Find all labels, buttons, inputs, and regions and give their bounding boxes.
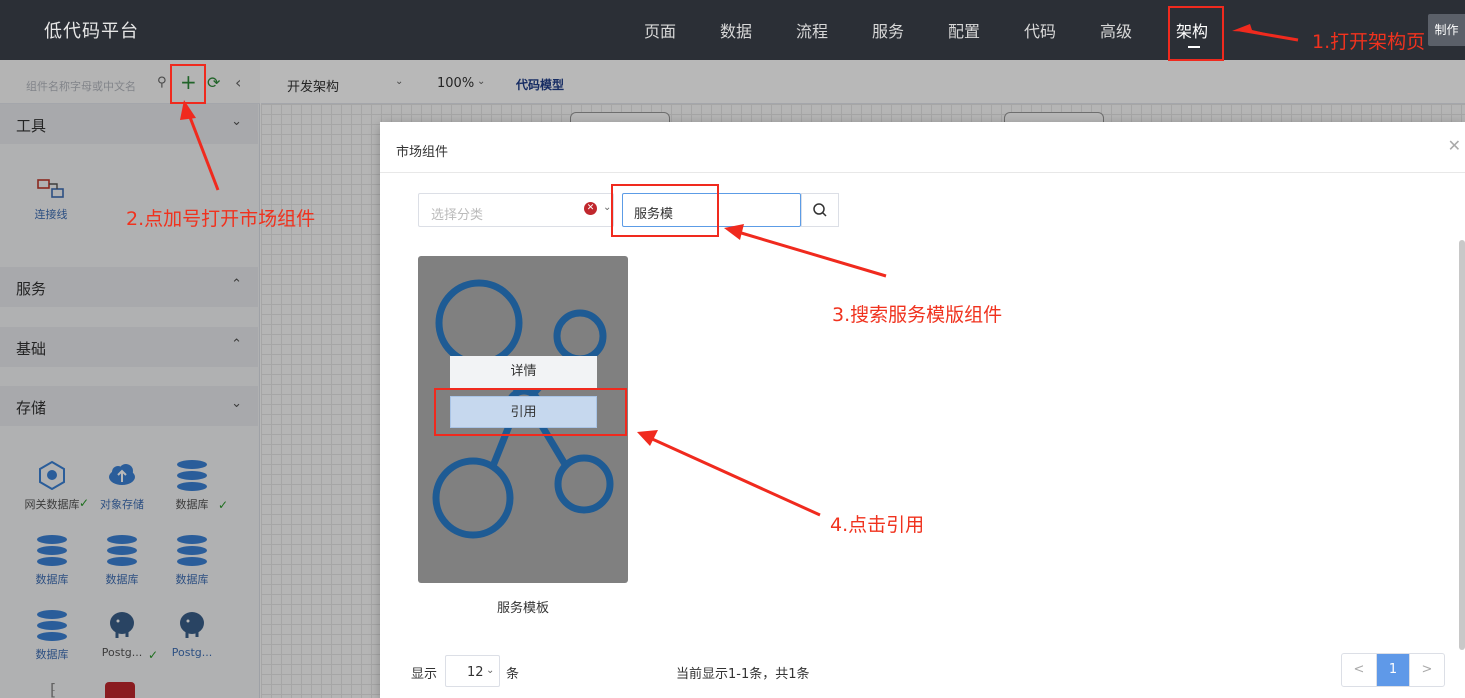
arrow-step2 [180,100,196,120]
arrow-step4 [637,430,658,446]
annotation-arrows [180,24,1299,517]
arrow-step3 [724,224,744,240]
